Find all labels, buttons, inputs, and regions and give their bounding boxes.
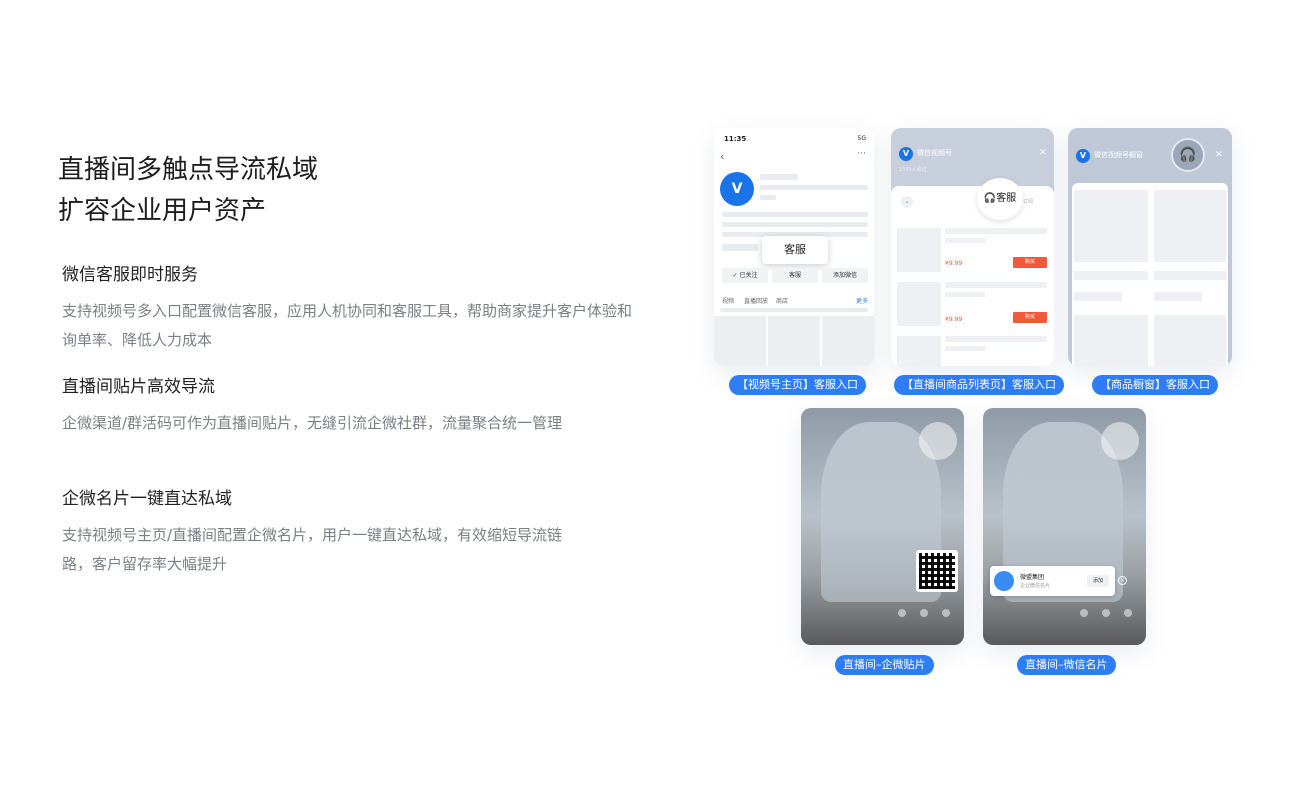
buy-button[interactable]: 购买 [1013,257,1047,268]
headset-icon[interactable]: 🎧 [1171,138,1205,172]
placeholder-bar [1074,292,1122,301]
channel-title: 微信视频号 [917,149,952,157]
card-name: 微盟集团 [1020,574,1045,581]
tab-replay[interactable]: 直播回放 [744,296,768,305]
placeholder-bar [945,292,985,297]
caption-product-list: 【直播间商品列表页】客服入口 [894,375,1064,395]
channel-logo-icon: V [1076,149,1090,163]
caption-product-window: 【商品橱窗】客服入口 [1092,375,1218,395]
action-icon[interactable] [920,609,928,617]
window-title: 微信视频号橱窗 [1094,151,1143,159]
feature-customer-service: 微信客服即时服务 支持视频号多入口配置微信客服，应用人机协同和客服工具，帮助商家… [62,260,642,354]
headline-line-1: 直播间多触点导流私域 [58,155,319,185]
product-grid [1072,183,1228,366]
feature-live-sticker: 直播间贴片高效导流 企微渠道/群活码可作为直播间贴片，无缝引流企微社群，流量聚合… [62,372,582,438]
cloud-icon [919,422,957,460]
channel-logo-icon: V [899,147,913,161]
tab-shop[interactable]: 商店 [776,296,788,305]
placeholder-bar [722,244,758,251]
caption-live-sticker: 直播间–企微贴片 [835,655,934,675]
feature-title: 微信客服即时服务 [62,265,198,285]
feature-desc: 企微渠道/群活码可作为直播间贴片，无缝引流企微社群，流量聚合统一管理 [62,414,563,432]
add-wechat-button[interactable]: 添加微信 [822,268,868,283]
product-price: ¥9.99 [945,260,963,267]
placeholder-bar [760,195,776,200]
product-image [1154,190,1226,262]
qr-code[interactable] [916,550,958,592]
feature-desc: 支持视频号多入口配置微信客服，应用人机协同和客服工具，帮助商家提升客户体验和询单… [62,302,633,349]
service-bubble-label: 客服 [996,193,1017,204]
buy-button[interactable]: 购买 [1013,312,1047,323]
placeholder-bar [1154,271,1226,280]
tab-videos[interactable]: 视频 [722,296,734,305]
action-icon[interactable] [1102,609,1110,617]
action-icon[interactable] [1124,609,1132,617]
wecom-business-card[interactable]: 微盟集团 企业微信名片 添加 [990,566,1115,596]
product-list-mockup: V 微信视频号 2373人看过 ✕ ⌄ 订阅 ¥9.99 购买 ¥9.99 购买… [891,128,1054,366]
cloud-icon [1101,422,1139,460]
live-sticker-mockup [801,408,964,645]
video-grid [714,316,874,366]
product-image [897,336,941,366]
product-image [897,228,941,272]
service-button[interactable]: 客服 [772,268,818,283]
action-icon[interactable] [898,609,906,617]
product-price: ¥9.99 [945,316,963,323]
add-button[interactable]: 添加 [1087,575,1109,587]
placeholder-bar [720,308,868,312]
placeholder-bar [760,174,798,180]
close-icon[interactable]: × [1118,576,1127,585]
placeholder-bar [722,212,868,217]
feature-title: 直播间贴片高效导流 [62,377,215,397]
placeholder-bar [945,238,985,243]
service-popup[interactable]: 客服 [762,236,828,264]
placeholder-bar [945,228,1047,234]
close-icon[interactable]: ✕ [1215,150,1223,160]
status-time: 11:35 [724,135,747,143]
follow-button[interactable]: ✓ 已关注 [722,268,768,283]
caption-channel-home: 【视频号主页】客服入口 [729,375,866,395]
channel-home-mockup: 11:35 5G ‹ ··· V 客服 ✓ 已关注 客服 添加微信 视频 直播回… [714,128,874,366]
placeholder-bar [760,185,868,190]
feature-desc: 支持视频号主页/直播间配置企微名片，用户一键直达私域，有效缩短导流链路，客户留存… [62,526,563,573]
card-subtitle: 企业微信名片 [1020,583,1051,589]
caption-live-card: 直播间–微信名片 [1017,655,1116,675]
live-actions [1080,609,1132,617]
live-actions [898,609,950,617]
product-image [1074,190,1148,262]
intro-section: 直播间多触点导流私域 扩容企业用户资产 微信客服即时服务 支持视频号多入口配置微… [58,150,658,573]
live-card-mockup: 微盟集团 企业微信名片 添加 × [983,408,1146,645]
placeholder-bar [1154,292,1202,301]
action-icon[interactable] [1080,609,1088,617]
product-image [897,282,941,326]
product-image [1074,315,1148,366]
feature-wecom-card: 企微名片一键直达私域 支持视频号主页/直播间配置企微名片，用户一键直达私域，有效… [62,484,582,578]
status-signal: 5G [857,135,866,142]
more-link[interactable]: 更多 [856,296,868,305]
feature-title: 企微名片一键直达私域 [62,489,232,509]
headset-icon: 🎧 [983,193,997,204]
headline: 直播间多触点导流私域 扩容企业用户资产 [58,150,658,232]
back-icon[interactable]: ‹ [720,150,724,163]
close-icon[interactable]: ✕ [1039,148,1047,158]
wecom-logo-icon [994,571,1014,591]
chevron-down-icon[interactable]: ⌄ [901,196,913,208]
placeholder-bar [1074,271,1148,280]
headline-line-2: 扩容企业用户资产 [58,196,267,226]
avatar: V [720,172,754,206]
product-image [1154,315,1226,366]
placeholder-bar [722,222,868,227]
placeholder-bar [945,346,985,351]
channel-subtitle: 2373人看过 [899,167,927,173]
more-icon[interactable]: ··· [857,149,866,159]
placeholder-bar [945,282,1047,288]
service-bubble[interactable]: 🎧客服 [977,178,1023,220]
placeholder-bar [945,336,1047,342]
product-window-mockup: V 微信视频号橱窗 🎧 ✕ [1068,128,1232,366]
product-sheet: ⌄ 订阅 ¥9.99 购买 ¥9.99 购买 [891,186,1054,366]
action-icon[interactable] [942,609,950,617]
subscribe-label[interactable]: 订阅 [1023,198,1033,205]
